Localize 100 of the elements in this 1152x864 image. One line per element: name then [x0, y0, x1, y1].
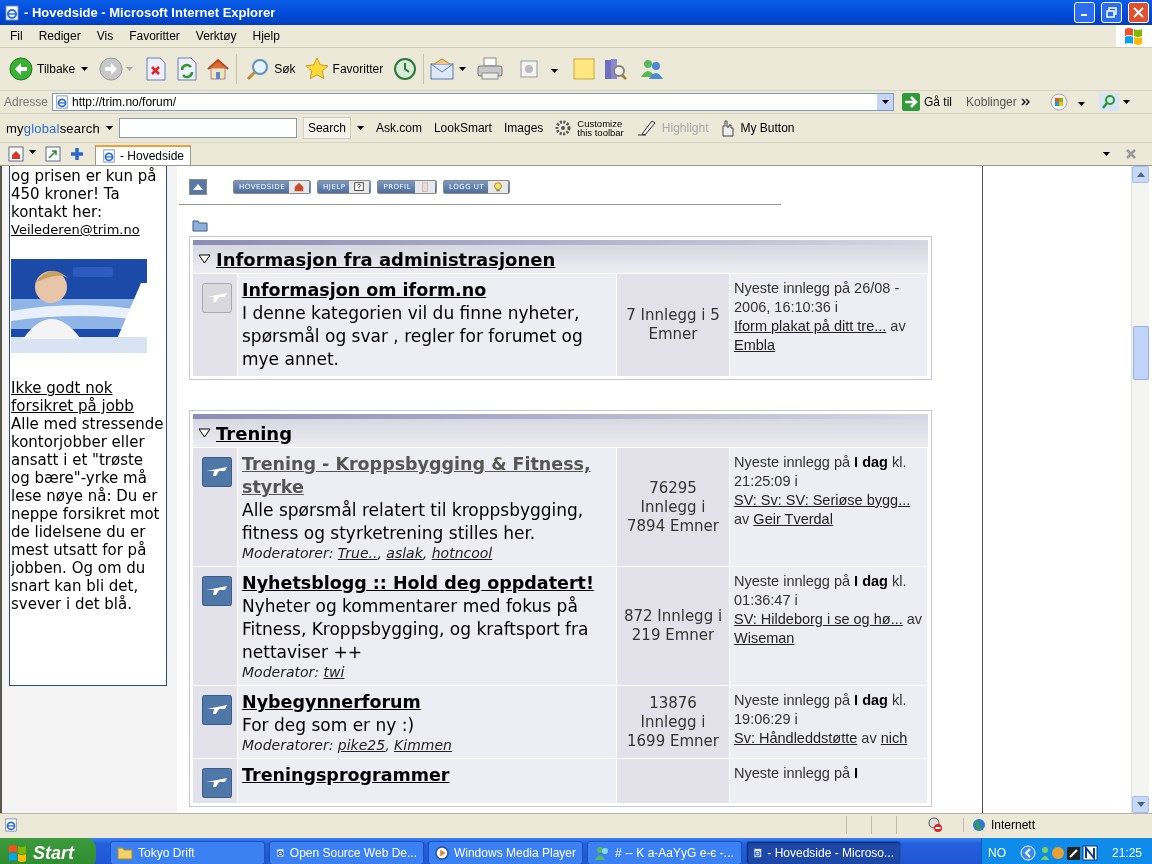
- search-field[interactable]: [118, 118, 297, 138]
- forum-description: Nyheter og kommentarer med fokus på Fitness, Kroppsbygging, og kraftsport fra nettaviser ++: [242, 595, 590, 664]
- moderator-link[interactable]: pike25: [337, 737, 386, 753]
- contacts-icon[interactable]: [639, 57, 666, 81]
- gear-icon[interactable]: [555, 120, 572, 136]
- topic-link[interactable]: Iform plakat på ditt tre...: [734, 318, 887, 334]
- clock: 21:25: [1111, 846, 1142, 860]
- chevron-icon[interactable]: [1020, 98, 1030, 106]
- toolbar-link[interactable]: Ask.com: [375, 121, 422, 135]
- author-link[interactable]: nich: [880, 730, 908, 746]
- favorites-button[interactable]: Favoritter: [301, 55, 387, 83]
- taskbar-button[interactable]: # -- K a-AaYyG e-є -...: [587, 841, 742, 864]
- printer-icon[interactable]: [477, 57, 504, 81]
- caret-icon[interactable]: [881, 100, 889, 104]
- address-label: Adresse: [4, 95, 49, 109]
- close-icon[interactable]: [1126, 149, 1136, 159]
- back-button[interactable]: Tilbake: [6, 55, 79, 83]
- add-tab-icon[interactable]: [70, 147, 84, 161]
- caret-icon[interactable]: [1077, 102, 1085, 106]
- collapse-toggle-icon[interactable]: [198, 428, 211, 438]
- expand-icon[interactable]: [1019, 845, 1036, 861]
- toolbar-link[interactable]: LookSmart: [433, 121, 492, 135]
- menu-item[interactable]: Hjelp: [244, 29, 288, 43]
- forum-title-link[interactable]: Trening - Kroppsbygging & Fitness, styrke: [242, 453, 612, 499]
- up-button[interactable]: [189, 179, 207, 195]
- forward-icon[interactable]: [99, 57, 124, 81]
- toolbar-link[interactable]: Images: [503, 121, 544, 135]
- caret-icon[interactable]: [29, 150, 36, 154]
- browser-tab[interactable]: - Hovedside: [95, 145, 192, 165]
- caret-icon[interactable]: [1122, 100, 1130, 104]
- menu-item[interactable]: Fil: [2, 29, 31, 43]
- language-indicator[interactable]: NO: [987, 846, 1006, 860]
- topic-link[interactable]: SV: Sv: SV: Seriøse bygg...: [734, 492, 911, 508]
- links-button[interactable]: Koblinger: [960, 95, 1017, 109]
- author-link[interactable]: Embla: [734, 337, 776, 353]
- caret-icon[interactable]: [1103, 152, 1110, 156]
- caret-icon[interactable]: [551, 69, 559, 73]
- taskbar-button[interactable]: Windows Media Player: [428, 841, 583, 864]
- arrow-icon: [902, 93, 921, 111]
- collapse-toggle-icon[interactable]: [198, 254, 211, 264]
- moderator-link[interactable]: aslak: [386, 545, 423, 561]
- address-field[interactable]: http://trim.no/forum/: [52, 93, 895, 111]
- forum-title-link[interactable]: Treningsprogrammer: [242, 764, 612, 787]
- caret-icon[interactable]: [105, 126, 113, 130]
- refresh-icon[interactable]: [177, 57, 198, 81]
- menu-item[interactable]: Rediger: [30, 29, 89, 43]
- author-link[interactable]: Wiseman: [734, 630, 795, 646]
- caret-icon[interactable]: [459, 67, 467, 71]
- moderator-list: Moderator: twi: [242, 664, 612, 680]
- new-window-icon[interactable]: [45, 146, 61, 162]
- moderator-link[interactable]: twi: [323, 664, 345, 680]
- email-link[interactable]: Veilederen@trim.no: [11, 221, 165, 239]
- books-icon[interactable]: [604, 57, 629, 81]
- forum-title-link[interactable]: Nybegynnerforum: [242, 691, 612, 714]
- moderator-link[interactable]: True..: [337, 545, 378, 561]
- highlighter-icon[interactable]: [635, 119, 656, 137]
- globe-icon[interactable]: [1049, 93, 1068, 111]
- menu-item[interactable]: Vis: [88, 29, 122, 43]
- caret-icon[interactable]: [356, 126, 364, 130]
- my-button[interactable]: My Button: [740, 121, 795, 135]
- nav-icon: [488, 181, 509, 193]
- page-icon: [4, 818, 18, 832]
- scroll-down-button[interactable]: [1132, 796, 1149, 813]
- scrollbar[interactable]: [1131, 166, 1149, 813]
- menu-item[interactable]: Favoritter: [121, 29, 188, 43]
- post-count: 872 Innlegg i 219 Emner: [622, 607, 724, 645]
- author-link[interactable]: Geir Tverdal: [753, 511, 833, 527]
- close-button[interactable]: [1128, 2, 1149, 23]
- topic-link[interactable]: Sv: Håndleddstøtte: [734, 730, 858, 746]
- restore-button[interactable]: [1101, 2, 1122, 23]
- folder-icon[interactable]: [192, 219, 208, 232]
- forum-title-link[interactable]: Nyhetsblogg :: Hold deg oppdatert!: [242, 572, 612, 595]
- stop-icon[interactable]: [146, 57, 167, 81]
- forum-title-link[interactable]: Informasjon om iform.no: [242, 279, 612, 302]
- minimize-button[interactable]: [1074, 2, 1095, 23]
- article-text: Alle med stressende kontorjobber eller ansatt i et "trøste og bære"-yrke må lese nøye nå: Du er neppe forsikret mot de lidelsene du er mest utsatt for på jobben. Og om du snart kan bli det, svever i det blå.: [11, 415, 164, 613]
- search-button[interactable]: Search: [302, 117, 351, 139]
- home-icon[interactable]: [8, 146, 24, 162]
- moderator-link[interactable]: hotncool: [431, 545, 493, 561]
- history-icon[interactable]: [393, 57, 418, 81]
- category-title[interactable]: Trening: [216, 422, 293, 444]
- customize-link[interactable]: Customize this toolbar: [577, 119, 624, 137]
- home-icon[interactable]: [206, 57, 231, 81]
- scroll-up-button[interactable]: [1132, 166, 1149, 183]
- scroll-thumb[interactable]: [1132, 326, 1149, 380]
- start-button[interactable]: Start: [0, 838, 96, 864]
- nav-icon: [415, 181, 436, 193]
- taskbar-button[interactable]: - Hovedside - Microso...: [746, 841, 901, 864]
- taskbar-button[interactable]: Open Source Web De...: [269, 841, 424, 864]
- article-link[interactable]: Ikke godt nok forsikret på jobb: [11, 379, 165, 415]
- caret-icon[interactable]: [81, 67, 89, 71]
- category-title[interactable]: Informasjon fra administrasjonen: [216, 248, 556, 270]
- topic-link[interactable]: SV: Hildeborg i se og hø...: [734, 611, 903, 627]
- moderator-link[interactable]: Kimmen: [394, 737, 452, 753]
- search-icon: [246, 57, 271, 81]
- taskbar-button[interactable]: Tokyo Drift: [110, 841, 265, 864]
- tray-icons-drawing[interactable]: [1039, 845, 1100, 861]
- menu-item[interactable]: Verktøy: [187, 29, 245, 43]
- go-button[interactable]: Gå til: [898, 93, 957, 111]
- search-button[interactable]: Søk: [243, 55, 299, 83]
